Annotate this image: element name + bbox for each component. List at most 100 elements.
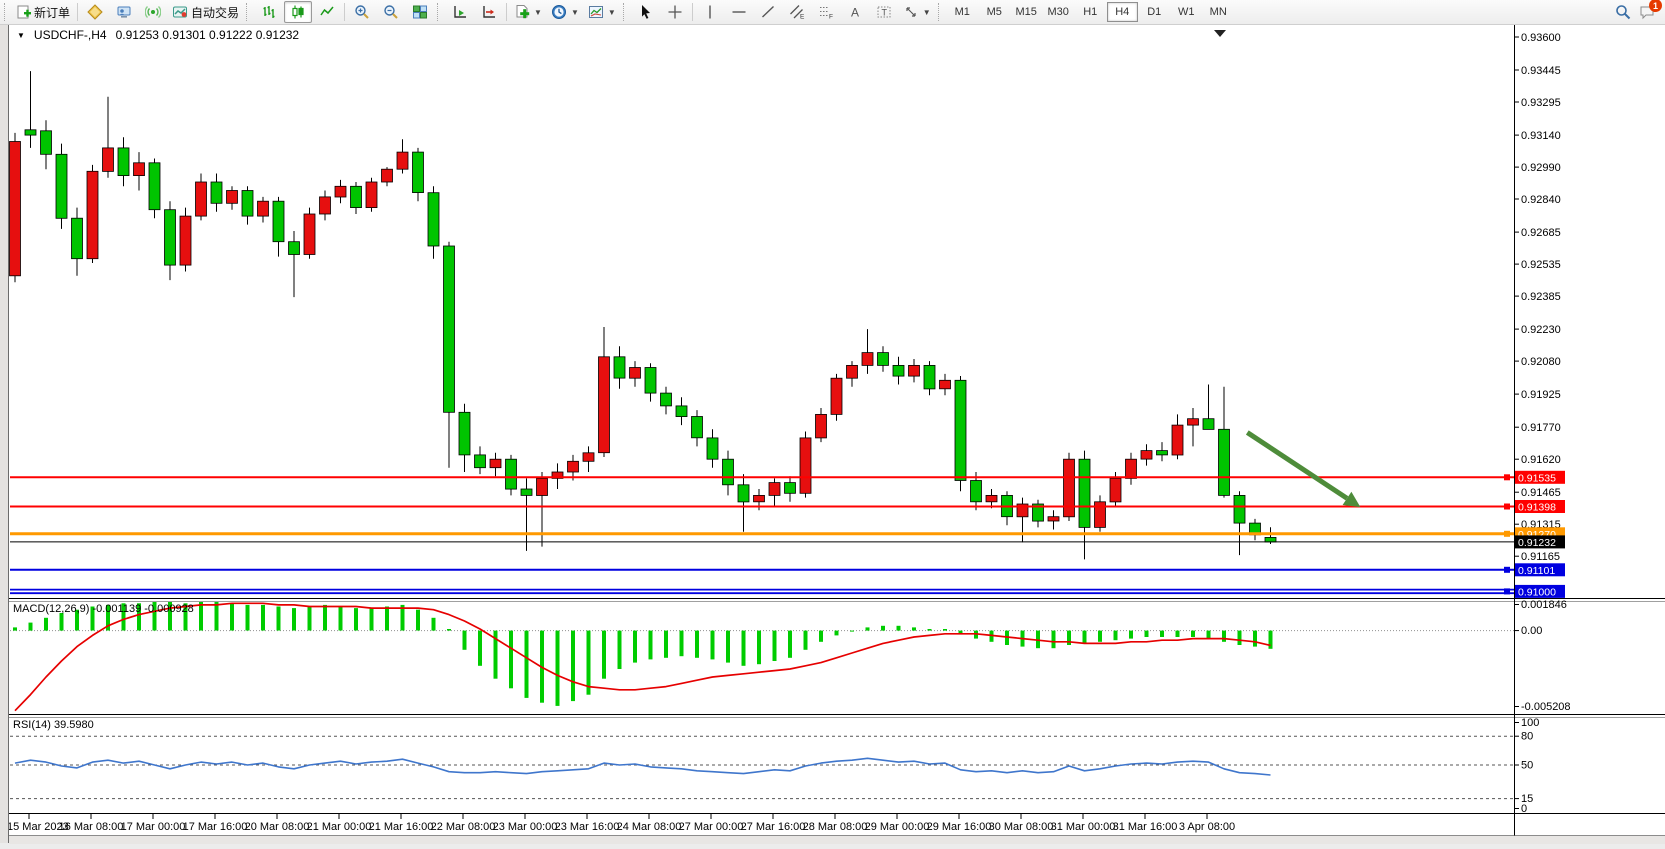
market-button[interactable] <box>81 1 109 23</box>
svg-text:31 Mar 00:00: 31 Mar 00:00 <box>1051 821 1116 833</box>
zoom-out-icon <box>383 4 399 20</box>
arrows-button[interactable]: ▼ <box>899 1 935 23</box>
svg-text:0.92385: 0.92385 <box>1521 291 1561 303</box>
rsi-indicator-label: RSI(14) 39.5980 <box>13 719 94 731</box>
svg-text:20 Mar 08:00: 20 Mar 08:00 <box>245 821 310 833</box>
svg-text:A: A <box>851 6 859 20</box>
toolbar-grip[interactable] <box>623 3 629 21</box>
toolbar-grip[interactable] <box>4 3 10 21</box>
collapse-triangle-icon[interactable]: ▼ <box>17 31 25 40</box>
svg-text:-0.005208: -0.005208 <box>1521 701 1571 713</box>
candlestick-chart-button[interactable] <box>284 1 312 23</box>
svg-text:0.92080: 0.92080 <box>1521 356 1561 368</box>
tf-button-m1[interactable]: M1 <box>947 2 978 22</box>
macd-indicator-label: MACD(12,26,9) -0.001139 -0.000928 <box>13 603 194 615</box>
tf-button-h1[interactable]: H1 <box>1075 2 1106 22</box>
templates-button[interactable]: ▼ <box>584 1 620 23</box>
zoom-in-icon <box>354 4 370 20</box>
tf-button-mn[interactable]: MN <box>1203 2 1234 22</box>
new-order-button[interactable]: 新订单 <box>13 1 74 23</box>
chat-badge: 1 <box>1649 0 1662 12</box>
svg-text:17 Mar 00:00: 17 Mar 00:00 <box>121 821 186 833</box>
trendline-icon <box>760 4 776 20</box>
equidistant-channel-button[interactable]: E <box>783 1 811 23</box>
bar-chart-icon <box>261 4 277 20</box>
horizontal-line-icon <box>731 4 747 20</box>
chevron-down-icon: ▼ <box>571 8 579 17</box>
arrows-icon <box>903 4 919 20</box>
trendline-button[interactable] <box>754 1 782 23</box>
toolbar-right-area: 1 <box>1615 4 1665 20</box>
auto-trading-label: 自动交易 <box>191 4 239 21</box>
svg-text:22 Mar 08:00: 22 Mar 08:00 <box>431 821 496 833</box>
svg-text:0.92840: 0.92840 <box>1521 194 1561 206</box>
tf-button-m30[interactable]: M30 <box>1043 2 1074 22</box>
main-toolbar: 新订单 自动交易 <box>0 0 1665 25</box>
tf-button-d1[interactable]: D1 <box>1139 2 1170 22</box>
chart-title: ▼ USDCHF-,H4 0.91253 0.91301 0.91222 0.9… <box>17 28 299 42</box>
line-chart-button[interactable] <box>313 1 341 23</box>
vertical-line-icon <box>702 4 718 20</box>
vertical-line-button[interactable] <box>696 1 724 23</box>
svg-text:29 Mar 00:00: 29 Mar 00:00 <box>865 821 930 833</box>
text-label-icon: T <box>876 4 892 20</box>
auto-trading-button[interactable]: 自动交易 <box>168 1 243 23</box>
tf-button-m5[interactable]: M5 <box>979 2 1010 22</box>
text-label-button[interactable]: T <box>870 1 898 23</box>
fibonacci-button[interactable]: F <box>812 1 840 23</box>
svg-text:28 Mar 08:00: 28 Mar 08:00 <box>803 821 868 833</box>
strategy-tester-button[interactable] <box>110 1 138 23</box>
tf-button-h4[interactable]: H4 <box>1107 2 1138 22</box>
chart-ohlc-values: 0.91253 0.91301 0.91222 0.91232 <box>116 28 300 42</box>
periods-button[interactable]: ▼ <box>547 1 583 23</box>
chevron-down-icon: ▼ <box>608 8 616 17</box>
svg-text:17 Mar 16:00: 17 Mar 16:00 <box>183 821 248 833</box>
text-icon: A <box>847 4 863 20</box>
zoom-out-button[interactable] <box>377 1 405 23</box>
svg-text:0.001846: 0.001846 <box>1521 599 1567 611</box>
tile-windows-button[interactable] <box>406 1 434 23</box>
chevron-down-icon: ▼ <box>534 8 542 17</box>
svg-text:21 Mar 16:00: 21 Mar 16:00 <box>369 821 434 833</box>
svg-text:0.91165: 0.91165 <box>1521 551 1560 563</box>
signals-button[interactable] <box>139 1 167 23</box>
zoom-in-button[interactable] <box>348 1 376 23</box>
svg-text:0.91000: 0.91000 <box>1518 586 1556 598</box>
chart-window[interactable]: 0.936000.934450.932950.931400.929900.928… <box>8 24 1665 843</box>
crosshair-icon <box>667 4 683 20</box>
chevron-down-icon: ▼ <box>923 8 931 17</box>
cursor-icon <box>638 4 654 20</box>
svg-text:0.91232: 0.91232 <box>1518 537 1556 549</box>
signal-icon <box>145 4 161 20</box>
toolbar-separator <box>506 3 507 21</box>
bar-chart-button[interactable] <box>255 1 283 23</box>
chat-button[interactable]: 1 <box>1639 4 1655 20</box>
svg-text:0.93295: 0.93295 <box>1521 97 1561 109</box>
svg-text:24 Mar 08:00: 24 Mar 08:00 <box>617 821 682 833</box>
svg-text:0.93445: 0.93445 <box>1521 65 1561 77</box>
horizontal-line-button[interactable] <box>725 1 753 23</box>
toolbar-separator <box>692 3 693 21</box>
indicators-button[interactable]: ▼ <box>510 1 546 23</box>
chart-shift-button[interactable] <box>475 1 503 23</box>
text-button[interactable]: A <box>841 1 869 23</box>
svg-text:0.91770: 0.91770 <box>1521 422 1561 434</box>
toolbar-grip[interactable] <box>938 3 944 21</box>
auto-scroll-button[interactable] <box>446 1 474 23</box>
tf-button-w1[interactable]: W1 <box>1171 2 1202 22</box>
chart-canvas[interactable]: 0.936000.934450.932950.931400.929900.928… <box>9 25 1665 844</box>
search-icon[interactable] <box>1615 4 1631 20</box>
svg-text:F: F <box>829 14 833 21</box>
periods-clock-icon <box>551 4 567 20</box>
candlestick-chart-icon <box>290 4 306 20</box>
toolbar-grip[interactable] <box>246 3 252 21</box>
svg-text:0.93140: 0.93140 <box>1521 130 1561 142</box>
toolbar-grip[interactable] <box>437 3 443 21</box>
svg-text:23 Mar 00:00: 23 Mar 00:00 <box>493 821 558 833</box>
tf-button-m15[interactable]: M15 <box>1011 2 1042 22</box>
cursor-button[interactable] <box>632 1 660 23</box>
yellow-diamond-icon <box>87 4 103 20</box>
crosshair-button[interactable] <box>661 1 689 23</box>
chart-shift-icon <box>481 4 497 20</box>
computer-user-icon <box>116 4 132 20</box>
